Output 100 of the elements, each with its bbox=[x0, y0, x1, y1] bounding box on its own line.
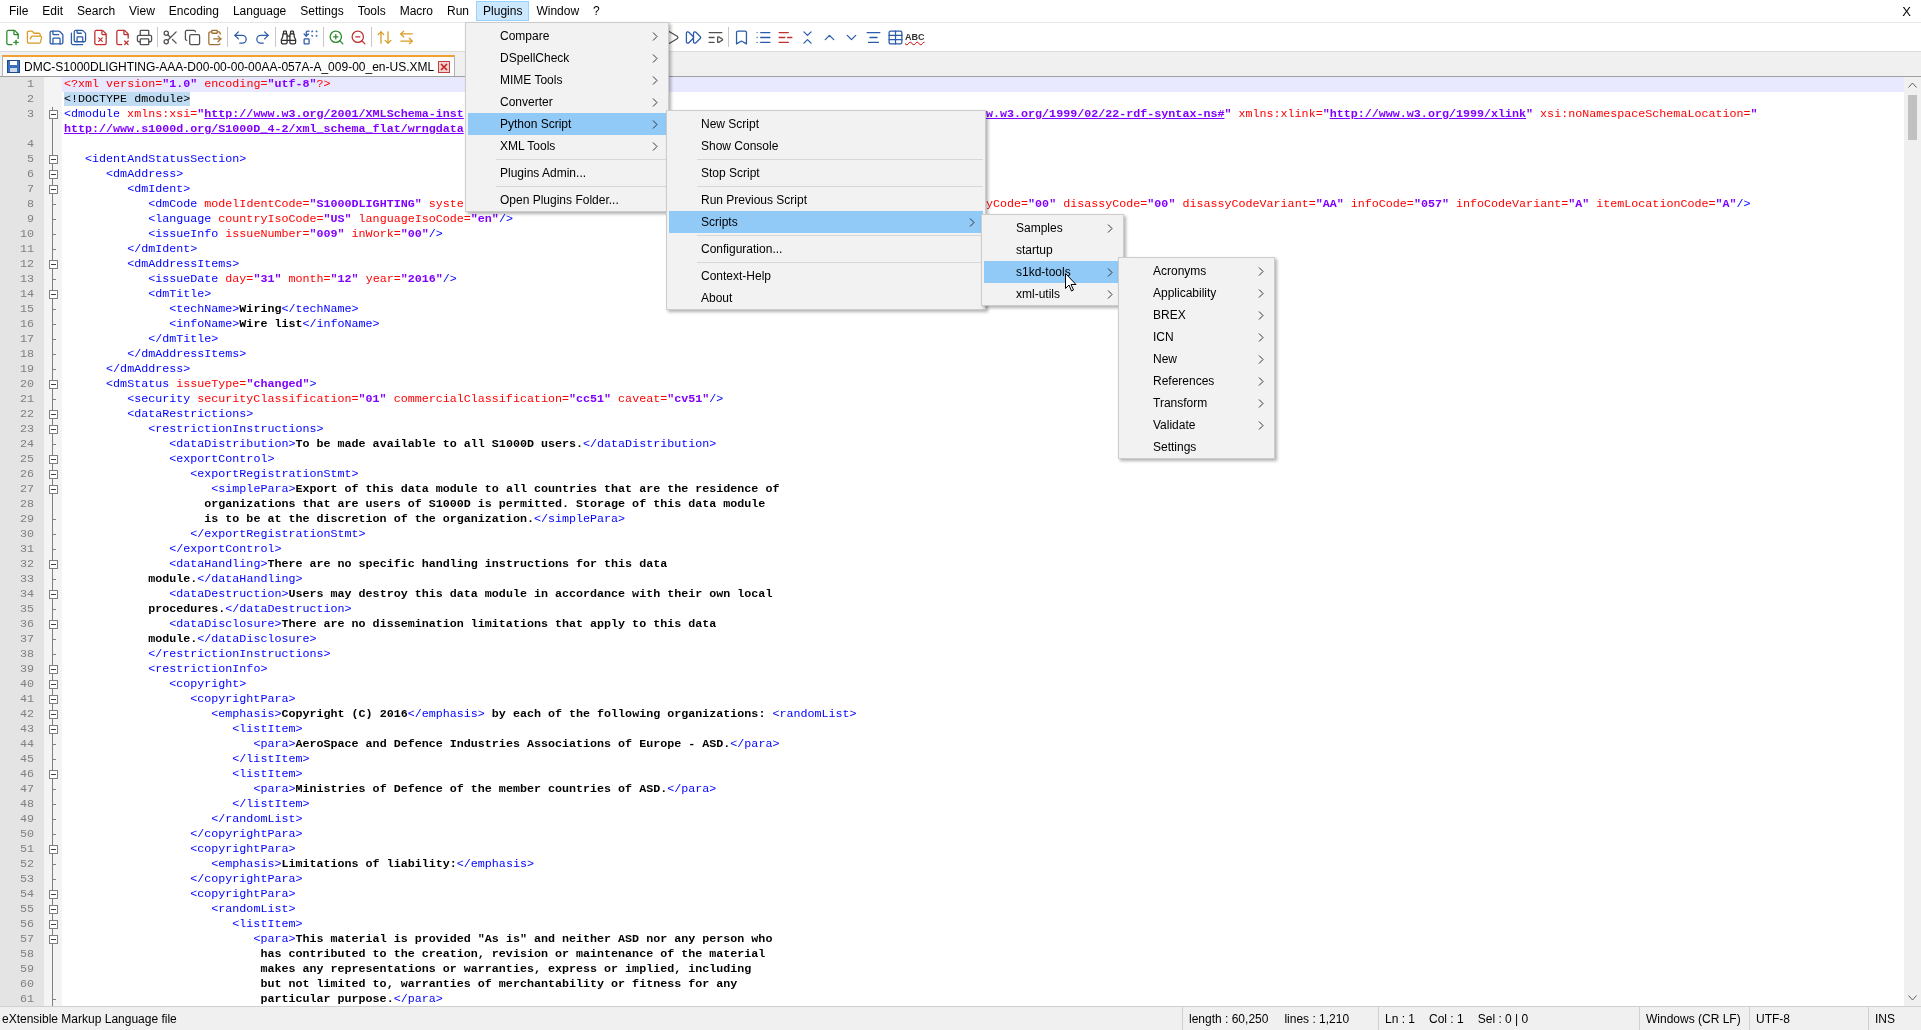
chevron-right-icon bbox=[652, 53, 658, 63]
fast-forward-icon[interactable] bbox=[685, 28, 702, 46]
menu-item[interactable]: Plugins Admin... bbox=[468, 162, 666, 184]
menu-item[interactable]: Open Plugins Folder... bbox=[468, 189, 666, 211]
line-number: 26 bbox=[19, 467, 34, 482]
fold-box-icon[interactable] bbox=[48, 770, 58, 779]
fold-box-icon[interactable] bbox=[48, 665, 58, 674]
menu-bar-item[interactable]: Encoding bbox=[161, 1, 226, 21]
url-link[interactable]: w.w3.org/1999/02/22-rdf-syntax-ns# bbox=[986, 107, 1225, 121]
close-button[interactable]: X bbox=[1898, 3, 1915, 19]
binoculars-icon[interactable] bbox=[280, 28, 297, 46]
fold-box-icon[interactable] bbox=[48, 905, 58, 914]
vertical-scrollbar[interactable] bbox=[1904, 77, 1921, 1006]
fold-box-icon[interactable] bbox=[48, 485, 58, 494]
fold-box-icon[interactable] bbox=[48, 920, 58, 929]
menu-item[interactable]: Configuration... bbox=[669, 238, 983, 260]
fold-box-icon[interactable] bbox=[48, 410, 58, 419]
fold-box-icon[interactable] bbox=[48, 680, 58, 689]
new-file-icon[interactable] bbox=[4, 28, 21, 46]
menu-item[interactable]: Python Script bbox=[468, 113, 666, 135]
fold-box-icon[interactable] bbox=[48, 110, 58, 119]
menu-item[interactable]: Context-Help bbox=[669, 265, 983, 287]
file-tab[interactable]: DMC-S1000DLIGHTING-AAA-D00-00-00-00AA-057A-A_009-00_en-US.XML bbox=[2, 55, 456, 76]
menu-item[interactable]: About bbox=[669, 287, 983, 309]
table-icon[interactable] bbox=[887, 28, 904, 46]
menu-item[interactable]: s1kd-tools bbox=[984, 261, 1121, 283]
menu-bar-item[interactable]: ? bbox=[586, 1, 607, 21]
menu-bar-item[interactable]: Window bbox=[529, 1, 587, 21]
zoom-out-icon[interactable] bbox=[350, 28, 367, 46]
menu-item[interactable]: Scripts bbox=[669, 211, 983, 233]
menu-item[interactable]: Acronyms bbox=[1121, 260, 1272, 282]
menu-bar-item[interactable]: Edit bbox=[35, 1, 71, 21]
fold-box-icon[interactable] bbox=[48, 380, 58, 389]
menu-bar-item[interactable]: Run bbox=[440, 1, 477, 21]
fold-box-icon[interactable] bbox=[48, 890, 58, 899]
scrollbar-thumb[interactable] bbox=[1908, 95, 1917, 140]
close-icon[interactable] bbox=[438, 60, 451, 73]
menu-item[interactable]: Show Console bbox=[669, 135, 983, 157]
url-link[interactable]: http://www.w3.org/1999/xlink bbox=[1329, 107, 1527, 121]
menu-item[interactable]: Transform bbox=[1121, 392, 1272, 414]
menu-item[interactable]: Samples bbox=[984, 217, 1121, 239]
menu-item[interactable]: Applicability bbox=[1121, 282, 1272, 304]
bookmark-icon[interactable] bbox=[733, 28, 750, 46]
menu-item[interactable]: xml-utils bbox=[984, 283, 1121, 305]
line-number: 47 bbox=[19, 782, 34, 797]
redo-icon[interactable] bbox=[254, 28, 271, 46]
fold-box-icon[interactable] bbox=[48, 710, 58, 719]
menu-bar-item[interactable]: Search bbox=[70, 1, 123, 21]
fold-box-icon[interactable] bbox=[48, 560, 58, 569]
url-link[interactable]: http://www.w3.org/2001/XMLSchema-inst bbox=[204, 107, 464, 121]
menu-bar-item[interactable]: Settings bbox=[293, 1, 351, 21]
menu-item[interactable]: Compare bbox=[468, 25, 666, 47]
menu-bar-item[interactable]: Plugins bbox=[476, 1, 530, 21]
menu-item[interactable]: New Script bbox=[669, 113, 983, 135]
fold-box-icon[interactable] bbox=[48, 725, 58, 734]
menu-item[interactable]: Stop Script bbox=[669, 162, 983, 184]
close-all-icon[interactable] bbox=[114, 28, 131, 46]
menu-item[interactable]: ICN bbox=[1121, 326, 1272, 348]
fold-box-icon[interactable] bbox=[48, 470, 58, 479]
fold-box-icon[interactable] bbox=[48, 170, 58, 179]
menu-item[interactable]: Run Previous Script bbox=[669, 189, 983, 211]
menu-item[interactable]: XML Tools bbox=[468, 135, 666, 157]
menu-bar-item[interactable]: Macro bbox=[392, 1, 440, 21]
printer-icon[interactable] bbox=[136, 28, 153, 46]
menu-item[interactable]: References bbox=[1121, 370, 1272, 392]
menu-item[interactable]: DSpellCheck bbox=[468, 47, 666, 69]
fold-box-icon[interactable] bbox=[48, 935, 58, 944]
menu-item[interactable]: startup bbox=[984, 239, 1121, 261]
code-line: <para>This material is provided "As is" and neither ASD nor any person who bbox=[253, 932, 773, 947]
fold-box-icon[interactable] bbox=[48, 845, 58, 854]
fold-box-icon[interactable] bbox=[48, 155, 58, 164]
menu-item[interactable]: Validate bbox=[1121, 414, 1272, 436]
menu-item[interactable]: BREX bbox=[1121, 304, 1272, 326]
save-all-icon[interactable] bbox=[70, 28, 87, 46]
paste-icon[interactable] bbox=[206, 28, 223, 46]
menu-item[interactable]: MIME Tools bbox=[468, 69, 666, 91]
menu-bar-item[interactable]: File bbox=[2, 1, 36, 21]
menu-item[interactable]: New bbox=[1121, 348, 1272, 370]
menu-bar-item[interactable]: View bbox=[122, 1, 162, 21]
fold-box-icon[interactable] bbox=[48, 260, 58, 269]
undo-icon[interactable] bbox=[232, 28, 249, 46]
scissors-icon[interactable] bbox=[162, 28, 179, 46]
replace-icon[interactable] bbox=[302, 28, 319, 46]
fold-box-icon[interactable] bbox=[48, 620, 58, 629]
url-link[interactable]: http://www.s1000d.org/S1000D_4-2/xml_schema_flat/wrngdata bbox=[64, 122, 464, 137]
menu-item[interactable]: Converter bbox=[468, 91, 666, 113]
menu-bar-item[interactable]: Tools bbox=[350, 1, 393, 21]
fold-box-icon[interactable] bbox=[48, 590, 58, 599]
fold-box-icon[interactable] bbox=[48, 185, 58, 194]
fold-box-icon[interactable] bbox=[48, 290, 58, 299]
close-file-icon[interactable] bbox=[92, 28, 109, 46]
fold-box-icon[interactable] bbox=[48, 455, 58, 464]
save-icon[interactable] bbox=[48, 28, 65, 46]
zoom-in-icon[interactable] bbox=[328, 28, 345, 46]
menu-bar-item[interactable]: Language bbox=[225, 1, 294, 21]
copy-icon[interactable] bbox=[184, 28, 201, 46]
menu-item[interactable]: Settings bbox=[1121, 436, 1272, 458]
fold-box-icon[interactable] bbox=[48, 695, 58, 704]
fold-box-icon[interactable] bbox=[48, 425, 58, 434]
spell-check-button[interactable]: ABC bbox=[904, 30, 926, 44]
